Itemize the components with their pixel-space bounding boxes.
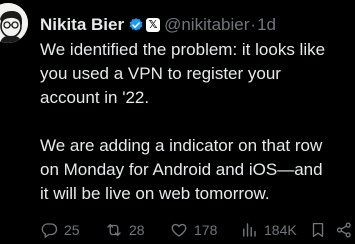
reply-count: 25 — [64, 222, 80, 238]
share-button[interactable] — [335, 218, 353, 242]
reply-icon — [40, 221, 58, 239]
like-button[interactable]: 178 — [170, 218, 217, 242]
timestamp[interactable]: 1d — [257, 14, 276, 36]
avatar-illustration — [0, 3, 28, 43]
repost-button[interactable]: 28 — [105, 218, 145, 242]
verified-badge-icon[interactable] — [128, 17, 144, 33]
views-count: 184K — [264, 222, 297, 238]
author-name[interactable]: Nikita Bier — [40, 14, 124, 36]
tweet-header: Nikita Bier 𝕏 @nikitabier · 1d — [40, 14, 276, 36]
tweet-text: We identified the problem: it looks like… — [40, 38, 355, 206]
avatar[interactable] — [0, 3, 28, 43]
tweet-paragraph-1: We identified the problem: it looks like… — [40, 40, 326, 107]
bookmark-icon — [309, 221, 327, 239]
like-count: 178 — [194, 222, 218, 238]
bookmark-button[interactable] — [309, 218, 327, 242]
views-icon — [240, 221, 258, 239]
tweet-paragraph-2: We are adding a indicator on that row on… — [40, 136, 323, 203]
views-button[interactable]: 184K — [240, 218, 297, 242]
heart-icon — [170, 221, 188, 239]
repost-count: 28 — [129, 222, 145, 238]
repost-icon — [105, 221, 123, 239]
author-handle[interactable]: @nikitabier — [164, 14, 249, 36]
separator-dot: · — [250, 15, 257, 34]
x-logo-icon[interactable]: 𝕏 — [146, 18, 161, 32]
reply-button[interactable]: 25 — [40, 218, 80, 242]
tweet-actions-bar: 25 28 178 184K — [0, 218, 355, 242]
share-icon — [335, 221, 353, 239]
